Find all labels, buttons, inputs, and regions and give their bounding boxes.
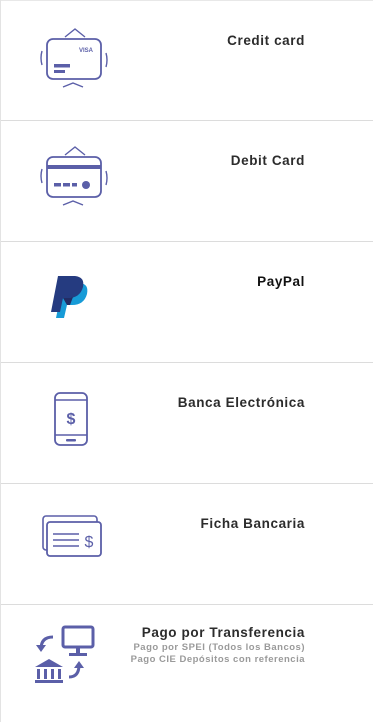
payment-option-label: Banca Electrónica xyxy=(177,395,305,410)
paypal-logo xyxy=(49,274,91,322)
debit-card-icon xyxy=(39,145,109,207)
payment-option-credit-card[interactable]: VISA Credit card xyxy=(1,0,373,121)
payment-option-paypal[interactable]: PayPal xyxy=(1,242,373,363)
transfer-detail-spei: Pago por SPEI (Todos los Bancos) xyxy=(133,642,305,653)
mobile-dollar-icon: $ xyxy=(53,391,89,447)
payment-method-list: VISA Credit card Debit Card PayPal $ Ban… xyxy=(0,0,373,722)
dollar-sign: $ xyxy=(85,534,94,551)
bank-transfer-icon xyxy=(33,623,99,685)
transfer-text-block: Pago por Transferencia Pago por SPEI (To… xyxy=(131,625,305,666)
transfer-detail-cie: Pago CIE Depósitos con referencia xyxy=(130,654,305,665)
payment-option-debit-card[interactable]: Debit Card xyxy=(1,121,373,242)
payment-option-banca-electronica[interactable]: $ Banca Electrónica xyxy=(1,363,373,484)
payment-option-transferencia[interactable]: Pago por Transferencia Pago por SPEI (To… xyxy=(1,605,373,722)
payment-option-label: Debit Card xyxy=(230,153,305,168)
svg-text:$: $ xyxy=(67,411,76,428)
card-brand-label: VISA xyxy=(79,48,94,54)
payment-option-label: Credit card xyxy=(227,33,305,48)
payment-option-label: PayPal xyxy=(257,274,305,289)
payment-option-label: Ficha Bancaria xyxy=(200,516,305,531)
credit-card-icon: VISA xyxy=(39,27,109,89)
payment-option-label: Pago por Transferencia xyxy=(141,625,305,640)
payment-option-ficha-bancaria[interactable]: $ Ficha Bancaria xyxy=(1,484,373,605)
bank-check-icon: $ xyxy=(41,514,105,560)
